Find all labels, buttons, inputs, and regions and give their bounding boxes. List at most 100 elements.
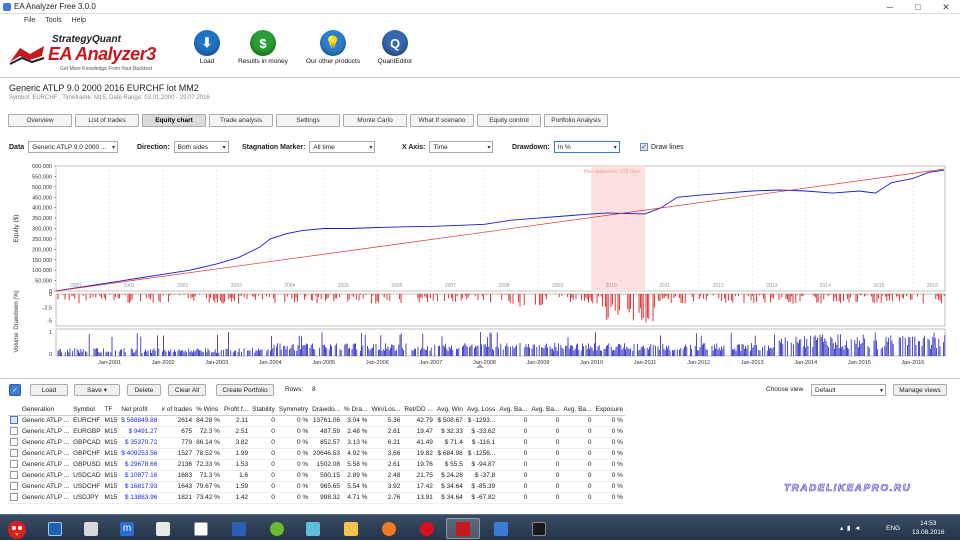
column-header[interactable]: # of trades — [159, 405, 195, 416]
xaxis-select[interactable]: Time ▾ — [429, 141, 494, 153]
row-checkbox-cell[interactable] — [8, 426, 20, 438]
taskbar-network[interactable] — [296, 518, 330, 539]
taskbar-maxthon[interactable]: m — [110, 518, 144, 539]
row-checkbox-cell[interactable] — [8, 481, 20, 493]
column-header[interactable]: % Wins — [194, 405, 222, 416]
menu-file[interactable]: File — [24, 17, 35, 24]
row-checkbox[interactable] — [10, 459, 18, 468]
table-cell: 1683 — [159, 470, 195, 482]
tab-overview[interactable]: Overview — [8, 114, 72, 127]
column-header[interactable]: Profit f... — [221, 405, 251, 416]
tab-portfolio-analysis[interactable]: Portfolio Analysis — [544, 114, 608, 127]
tab-what-if[interactable]: What If scenario — [410, 114, 474, 127]
save-button[interactable]: Save ▾ — [74, 384, 120, 396]
volume-icon[interactable]: ◄ — [854, 525, 860, 532]
column-header[interactable]: Generation — [20, 405, 72, 416]
row-checkbox-cell[interactable] — [8, 470, 20, 482]
drawdown-select[interactable]: In % ▾ — [553, 141, 620, 153]
taskbar-app-3[interactable] — [522, 518, 556, 539]
taskbar-ea-analyzer[interactable] — [446, 518, 480, 539]
row-checkbox-cell[interactable] — [8, 415, 20, 427]
draw-lines-control[interactable]: ✓ Draw lines — [640, 140, 684, 154]
quanteditor-button[interactable]: Q QuantEditor — [360, 30, 430, 76]
column-header[interactable]: Drawdo... — [310, 405, 342, 416]
table-row[interactable]: Generic ATLP ... EURCHF M15 $ 588849.88 2614… — [8, 415, 625, 427]
table-row[interactable]: Generic ATLP ... GBPUSD M15 $ 29678.66 2136 7… — [8, 459, 625, 471]
table-row[interactable]: Generic ATLP ... GBPCHF M15 $ 409253.56 1527… — [8, 448, 625, 460]
row-checkbox[interactable] — [10, 415, 18, 424]
row-checkbox[interactable] — [10, 492, 18, 501]
table-cell: 998.32 — [310, 492, 342, 504]
clock[interactable]: 14:53 13.08.2016 — [912, 515, 945, 541]
row-checkbox-cell[interactable] — [8, 492, 20, 504]
x-axis-label: Jan-2012 — [687, 360, 710, 366]
taskbar-word[interactable] — [222, 518, 256, 539]
taskbar-app-2[interactable] — [484, 518, 518, 539]
taskbar-calculator[interactable] — [74, 518, 108, 539]
minimize-icon[interactable]: ─ — [876, 0, 904, 14]
draw-lines-checkbox[interactable]: ✓ — [640, 143, 648, 151]
taskbar-utorrent[interactable] — [260, 518, 294, 539]
select-all-checkbox[interactable]: ✓ — [9, 384, 21, 396]
column-header[interactable]: TF — [102, 405, 120, 416]
taskbar-firefox[interactable] — [372, 518, 406, 539]
column-header[interactable]: Avg. Win — [434, 405, 465, 416]
tab-equity-chart[interactable]: Equity chart — [142, 114, 206, 127]
row-checkbox[interactable] — [10, 470, 18, 479]
table-row[interactable]: Generic ATLP ... USDCHF M15 $ 16817.93 1643 7… — [8, 481, 625, 493]
choose-view-select[interactable]: Default ▾ — [811, 384, 886, 396]
tab-list-of-trades[interactable]: List of trades — [75, 114, 139, 127]
network-tray-icon[interactable]: ▮ — [847, 524, 851, 532]
row-checkbox-cell[interactable] — [8, 459, 20, 471]
column-header[interactable]: Avg. Ba... — [529, 405, 562, 416]
create-portfolio-button[interactable]: Create Portfolio — [216, 384, 274, 396]
column-header[interactable]: Avg. Loss — [464, 405, 498, 416]
results-in-money-button[interactable]: $ Results in money — [228, 30, 298, 76]
manage-views-button[interactable]: Manage views — [893, 384, 947, 396]
data-select[interactable]: Generic ATLP 9.0 2000 ... ▾ — [28, 141, 119, 153]
taskbar-chart-app[interactable] — [38, 518, 72, 539]
tab-trade-analysis[interactable]: Trade analysis — [209, 114, 273, 127]
taskbar-explorer[interactable] — [334, 518, 368, 539]
column-header[interactable]: Avg. Ba... — [497, 405, 530, 416]
taskbar-files[interactable] — [146, 518, 180, 539]
column-header[interactable]: Symmetry — [276, 405, 311, 416]
row-checkbox[interactable] — [10, 437, 18, 446]
taskbar-documents[interactable] — [184, 518, 218, 539]
direction-select[interactable]: Both sides ▾ — [173, 141, 229, 153]
delete-button[interactable]: Delete — [127, 384, 161, 396]
row-checkbox[interactable] — [10, 426, 18, 435]
tab-settings[interactable]: Settings — [276, 114, 340, 127]
table-row[interactable]: Generic ATLP ... EURGBP M15 $ 9491.27 675 72.… — [8, 426, 625, 438]
row-checkbox-cell[interactable] — [8, 448, 20, 460]
column-header[interactable]: Symbol — [71, 405, 103, 416]
tab-monte-carlo[interactable]: Monte Carlo — [343, 114, 407, 127]
language-indicator[interactable]: ENG — [886, 515, 900, 541]
stagnation-select[interactable]: All time ▾ — [309, 141, 376, 153]
table-row[interactable]: Generic ATLP ... USDCAD M15 $ 10877.16 1683 7… — [8, 470, 625, 482]
row-checkbox[interactable] — [10, 448, 18, 457]
clear-all-button[interactable]: Clear All — [168, 384, 206, 396]
tab-equity-control[interactable]: Equity control — [477, 114, 541, 127]
taskbar-opera[interactable] — [410, 518, 444, 539]
menu-help[interactable]: Help — [72, 17, 86, 24]
table-row[interactable]: Generic ATLP ... GBPCAD M15 $ 35370.72 779 86… — [8, 437, 625, 449]
close-icon[interactable]: ✕ — [932, 0, 960, 14]
maximize-icon[interactable]: □ — [904, 0, 932, 14]
menu-tools[interactable]: Tools — [45, 17, 61, 24]
row-checkbox[interactable] — [10, 481, 18, 490]
table-cell: M15 — [102, 492, 120, 504]
row-checkbox-cell[interactable] — [8, 437, 20, 449]
column-header[interactable]: Ret/DD ... — [402, 405, 435, 416]
column-header[interactable]: % Dra... — [341, 405, 370, 416]
column-header[interactable]: Stability — [250, 405, 277, 416]
column-header[interactable]: Avg. Ba... — [561, 405, 594, 416]
arrow-up-icon[interactable]: ▴ — [840, 524, 843, 532]
column-header[interactable]: Net profit — [119, 405, 160, 416]
column-header[interactable]: Win/Los... — [369, 405, 403, 416]
start-button[interactable] — [0, 518, 34, 539]
other-products-button[interactable]: 💡 Our other products — [298, 30, 368, 76]
load-button[interactable]: Load — [30, 384, 68, 396]
table-row[interactable]: Generic ATLP ... USDJPY M15 $ 13883.96 1821 7… — [8, 492, 625, 504]
column-header[interactable]: Exposure — [593, 405, 625, 416]
